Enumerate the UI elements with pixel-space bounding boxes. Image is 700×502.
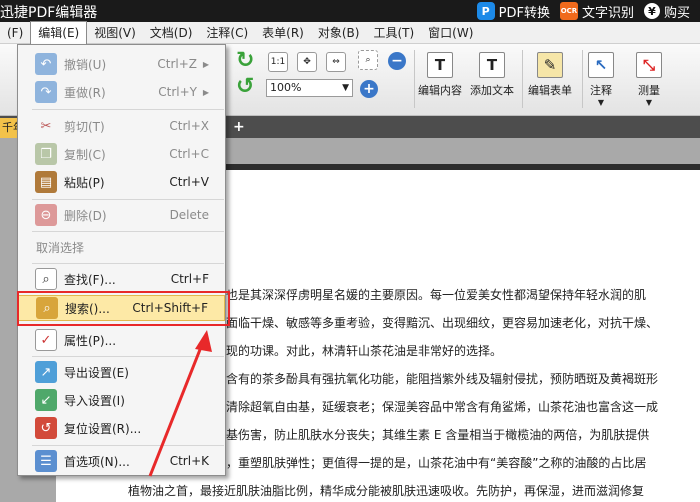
annotation-arrow-head xyxy=(195,330,212,352)
annotation-arrow-line xyxy=(148,341,205,477)
annotation-arrow-icon xyxy=(148,330,212,477)
